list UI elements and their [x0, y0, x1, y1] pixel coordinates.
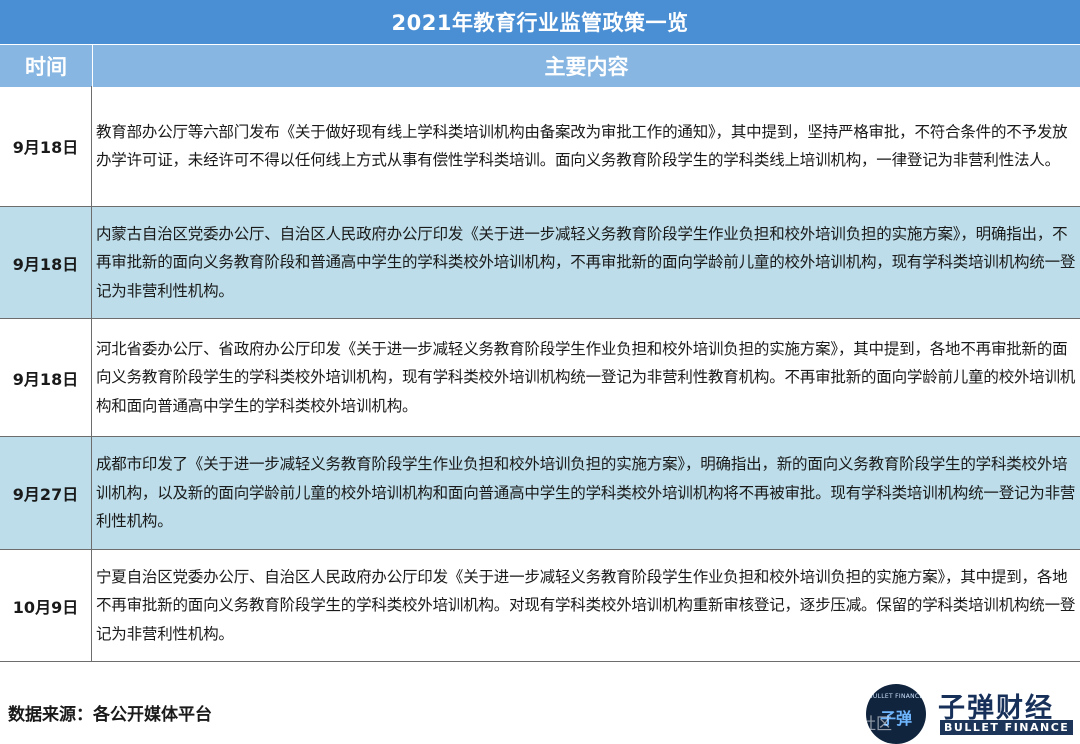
- table-header: 时间 主要内容: [0, 44, 1080, 87]
- brand-subtitle: BULLET FINANCE: [940, 720, 1074, 735]
- data-source: 数据来源：各公开媒体平台: [8, 705, 212, 725]
- brand-logo: BULLET FINANCE 子弹 子弹财经 BULLET FINANCE: [866, 684, 1076, 744]
- row-content: 成都市印发了《关于进一步减轻义务教育阶段学生作业负担和校外培训负担的实施方案》，…: [96, 455, 1076, 531]
- row-date: 10月9日: [0, 550, 92, 661]
- table-body: 9月18日 教育部办公厅等六部门发布《关于做好现有线上学科类培训机构由备案改为审…: [0, 86, 1080, 662]
- row-date: 9月18日: [0, 319, 92, 436]
- table-row: 9月18日 教育部办公厅等六部门发布《关于做好现有线上学科类培训机构由备案改为审…: [0, 86, 1080, 207]
- row-date: 9月18日: [0, 86, 92, 206]
- table-row: 9月27日 成都市印发了《关于进一步减轻义务教育阶段学生作业负担和校外培训负担的…: [0, 437, 1080, 550]
- row-content: 宁夏自治区党委办公厅、自治区人民政府办公厅印发《关于进一步减轻义务教育阶段学生作…: [96, 567, 1076, 643]
- brand-mark-small-text: BULLET FINANCE: [868, 693, 924, 700]
- header-content: 主要内容: [544, 55, 629, 79]
- row-content: 河北省委办公厅、省政府办公厅印发《关于进一步减轻义务教育阶段学生作业负担和校外培…: [96, 339, 1076, 415]
- footer: 数据来源：各公开媒体平台 BULLET FINANCE 子弹 子弹财经 BULL…: [0, 662, 1080, 744]
- watermark: 社区: [860, 714, 893, 733]
- table-row: 9月18日 内蒙古自治区党委办公厅、自治区人民政府办公厅印发《关于进一步减轻义务…: [0, 207, 1080, 319]
- header-time: 时间: [0, 45, 93, 87]
- row-date: 9月18日: [0, 207, 92, 318]
- row-content: 内蒙古自治区党委办公厅、自治区人民政府办公厅印发《关于进一步减轻义务教育阶段学生…: [96, 224, 1076, 300]
- table-title: 2021年教育行业监管政策一览: [0, 0, 1080, 44]
- row-date: 9月27日: [0, 437, 92, 549]
- row-content: 教育部办公厅等六部门发布《关于做好现有线上学科类培训机构由备案改为审批工作的通知…: [96, 122, 1068, 170]
- table-row: 10月9日 宁夏自治区党委办公厅、自治区人民政府办公厅印发《关于进一步减轻义务教…: [0, 550, 1080, 662]
- table-row: 9月18日 河北省委办公厅、省政府办公厅印发《关于进一步减轻义务教育阶段学生作业…: [0, 319, 1080, 437]
